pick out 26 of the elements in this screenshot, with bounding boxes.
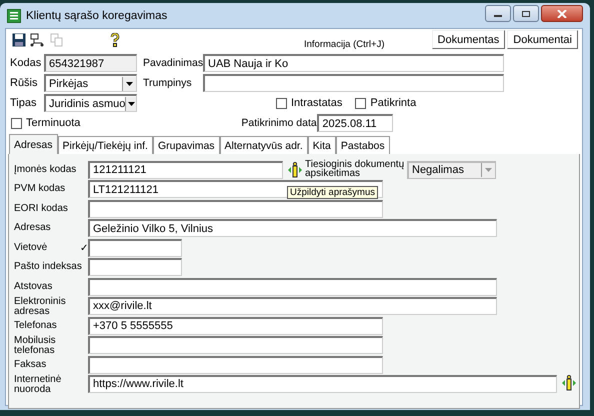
field-label: EORI kodas [14, 202, 68, 214]
field-label: Internetinė nuoroda [14, 374, 62, 394]
field-label: Rūšis [10, 77, 39, 89]
field-label: Trumpinys [143, 77, 193, 89]
field-label: Įmonės kodas [14, 164, 76, 175]
field-label: Kodas [10, 57, 42, 69]
info-label: Informacija (Ctrl+J) [304, 39, 384, 50]
field-label: Telefonas [14, 320, 57, 331]
field-label: Adresas [14, 222, 51, 234]
window-title: Klientų sąrašo koregavimas [26, 10, 168, 22]
field-label: Vietovė [14, 242, 48, 253]
field-label: Elektroninis adresas [14, 296, 66, 316]
exchange-label: Tiesioginis dokumentų apsikeitimas [305, 160, 405, 178]
checkbox-label: Intrastatas [291, 97, 342, 109]
tooltip: Užpildyti aprašymus [287, 186, 378, 199]
checkbox-label: Patikrinta [370, 97, 416, 109]
field-label: Pašto indeksas [14, 261, 82, 272]
field-label: Patikrinimo data [241, 117, 318, 129]
field-label: Tipas [10, 97, 38, 109]
field-label: Atstovas [14, 280, 52, 292]
tick-mark: ✓ [80, 242, 88, 254]
field-label: Pavadinimas [143, 57, 203, 69]
field-label: Mobilusis telefonas [14, 334, 56, 356]
checkbox-label: Terminuota [26, 117, 80, 129]
field-label: Faksas [14, 358, 46, 370]
field-label: PVM kodas [14, 183, 66, 194]
